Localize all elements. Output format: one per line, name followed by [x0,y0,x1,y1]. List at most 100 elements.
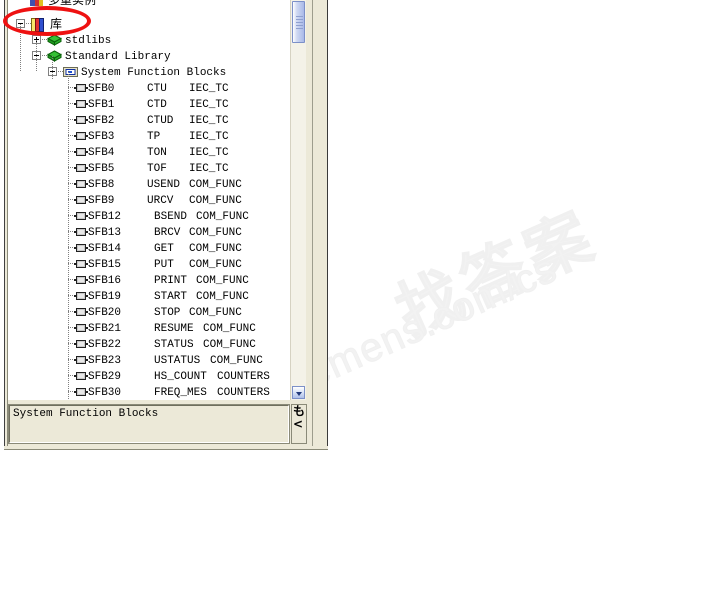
block-icon [74,323,88,333]
table-row[interactable]: SFB29 HS_COUNT COUNTERS [68,368,290,384]
block-icon [74,291,88,301]
table-row[interactable]: SFB16 PRINT COM_FUNC [68,272,290,288]
scrollbar-thumb[interactable] [292,1,305,43]
table-row[interactable]: SFB3 TP IEC_TC [68,128,290,144]
block-symbol: URCV [147,195,174,207]
library-diamond-icon [46,50,63,62]
resize-grip-box[interactable]: も< [291,404,307,444]
table-row[interactable]: SFB8 USEND COM_FUNC [68,176,290,192]
table-row[interactable]: SFB14 GET COM_FUNC [68,240,290,256]
books-icon [31,18,45,32]
table-row[interactable]: SFB30 FREQ_MES COUNTERS [68,384,290,400]
block-name: SFB29 [88,371,122,383]
block-icon [74,275,88,285]
table-row[interactable]: SFB9 URCV COM_FUNC [68,192,290,208]
block-symbol: BSEND [154,211,188,223]
table-row[interactable]: SFB4 TON IEC_TC [68,144,290,160]
block-name: SFB16 [88,275,122,287]
tree-node-label: System Function Blocks [81,67,227,79]
scrollbar-down-button[interactable] [292,386,305,399]
block-name: SFB8 [88,179,115,191]
block-name: SFB21 [88,323,122,335]
table-row[interactable]: SFB12 BSEND COM_FUNC [68,208,290,224]
block-name: SFB12 [88,211,122,223]
block-icon [74,387,88,397]
chevron-down-icon [296,392,302,396]
table-row[interactable]: SFB19 START COM_FUNC [68,288,290,304]
block-symbol: CTUD [147,115,174,127]
table-row[interactable]: SFB5 TOF IEC_TC [68,160,290,176]
block-symbol: TOF [147,163,167,175]
block-icon [74,131,88,141]
block-family: COM_FUNC [189,307,242,319]
block-symbol: FREQ_MES [154,387,207,399]
block-icon [74,99,88,109]
tree-guide-line [20,24,21,72]
status-text: System Function Blocks [13,408,159,420]
tree-node-label: Standard Library [65,51,171,63]
table-row[interactable]: SFB1 CTD IEC_TC [68,96,290,112]
block-name: SFB30 [88,387,122,399]
block-icon [74,179,88,189]
block-icon [74,371,88,381]
block-icon [74,307,88,317]
block-folder-icon [63,66,78,78]
table-row[interactable]: SFB15 PUT COM_FUNC [68,256,290,272]
block-symbol: HS_COUNT [154,371,207,383]
block-name: SFB1 [88,99,115,111]
block-name: SFB13 [88,227,122,239]
block-symbol: GET [154,243,174,255]
table-row[interactable]: SFB0 CTU IEC_TC [68,80,290,96]
block-family: COM_FUNC [189,195,242,207]
library-diamond-icon [46,34,63,46]
block-family: COM_FUNC [196,211,249,223]
block-symbol: USEND [147,179,181,191]
block-name: SFB0 [88,83,115,95]
block-name: SFB19 [88,291,122,303]
block-name: SFB15 [88,259,122,271]
block-symbol: RESUME [154,323,194,335]
block-symbol: USTATUS [154,355,201,367]
table-row[interactable]: SFB20 STOP COM_FUNC [68,304,290,320]
block-family: COUNTERS [217,387,270,399]
block-family: IEC_TC [189,115,229,127]
watermark-cn-text: 找答案 [386,198,608,350]
block-name: SFB3 [88,131,115,143]
block-icon [74,163,88,173]
block-icon [74,195,88,205]
window-right-strip [312,0,328,450]
table-row[interactable]: SFB13 BRCV COM_FUNC [68,224,290,240]
block-name: SFB22 [88,339,122,351]
block-family: COM_FUNC [189,227,242,239]
table-row[interactable]: SFB2 CTUD IEC_TC [68,112,290,128]
block-name: SFB20 [88,307,122,319]
block-name: SFB9 [88,195,115,207]
block-family: COM_FUNC [189,243,242,255]
table-row[interactable]: SFB21 RESUME COM_FUNC [68,320,290,336]
window-bottom-border [4,446,328,450]
block-family: IEC_TC [189,163,229,175]
tree-vertical-scrollbar[interactable] [290,0,306,400]
block-name: SFB4 [88,147,115,159]
block-name: SFB14 [88,243,122,255]
block-family: IEC_TC [189,147,229,159]
block-icon [74,115,88,125]
block-symbol: CTU [147,83,167,95]
block-icon [74,211,88,221]
table-row[interactable]: SFB22 STATUS COM_FUNC [68,336,290,352]
block-symbol: TON [147,147,167,159]
block-symbol: BRCV [154,227,181,239]
block-symbol: STOP [154,307,181,319]
library-tree[interactable]: 多重实例库 stdlibs Standard Library System Funct… [8,0,290,400]
block-symbol: CTD [147,99,167,111]
tree-guide-line [36,40,37,72]
block-family: IEC_TC [189,131,229,143]
block-name: SFB23 [88,355,122,367]
table-row[interactable]: SFB23 USTATUS COM_FUNC [68,352,290,368]
block-icon [74,83,88,93]
block-name: SFB2 [88,115,115,127]
scrollbar-track[interactable] [291,0,306,400]
block-icon [74,227,88,237]
block-family: COM_FUNC [189,259,242,271]
library-window: 多重实例库 stdlibs Standard Library System Funct… [0,0,332,450]
